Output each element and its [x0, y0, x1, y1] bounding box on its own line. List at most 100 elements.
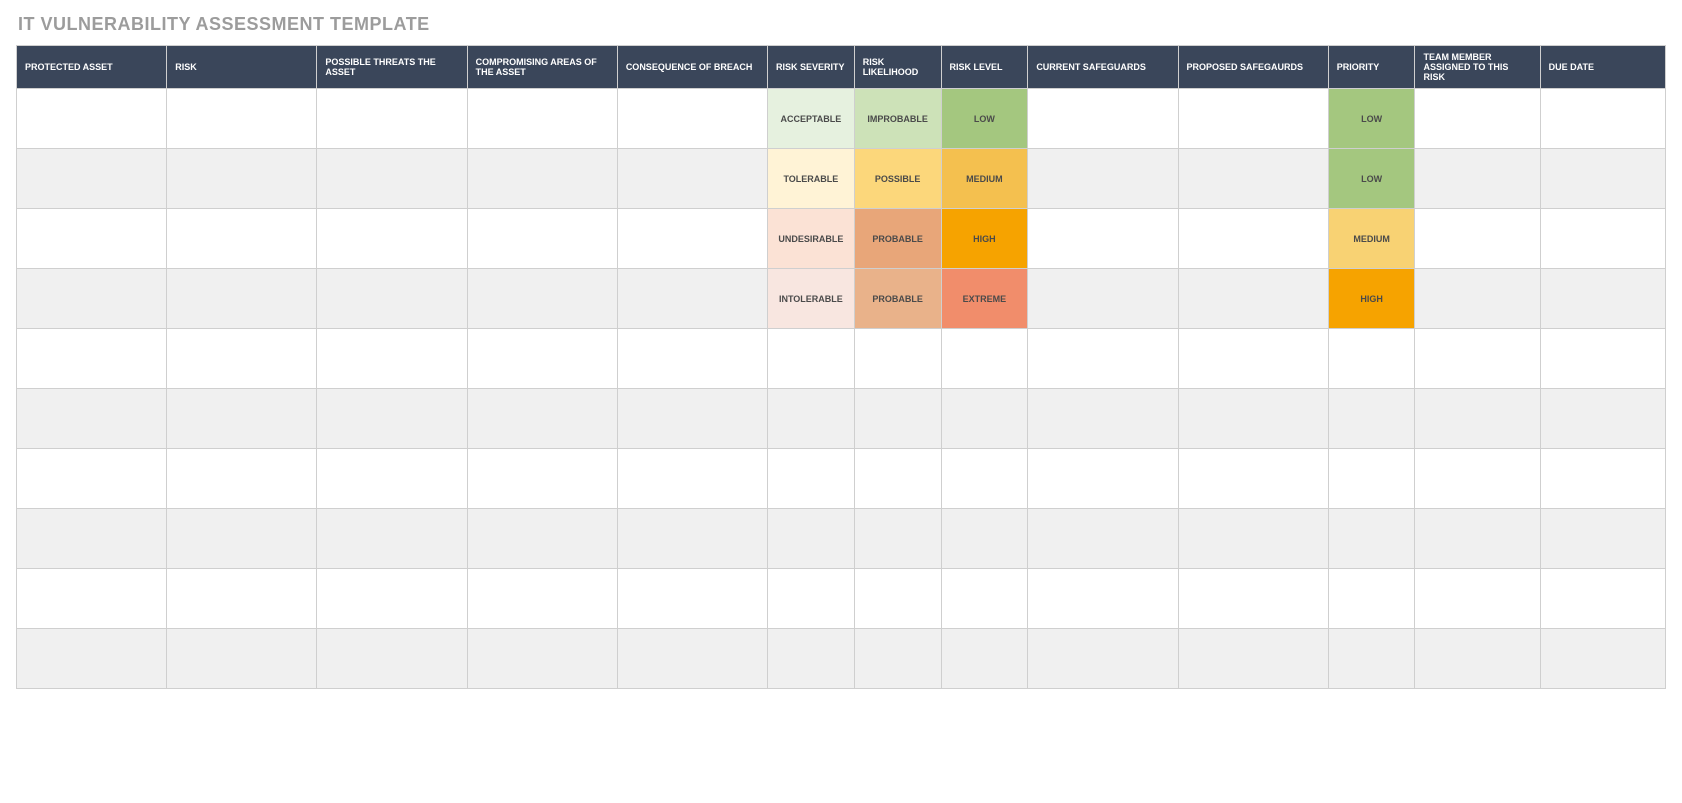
cell-empty[interactable] — [1328, 449, 1415, 509]
cell-empty[interactable] — [167, 449, 317, 509]
cell-likelihood[interactable]: IMPROBABLE — [854, 89, 941, 149]
cell-empty[interactable] — [17, 449, 167, 509]
cell-empty[interactable] — [1178, 509, 1328, 569]
cell-empty[interactable] — [617, 629, 767, 689]
cell-empty[interactable] — [768, 569, 855, 629]
cell-empty[interactable] — [317, 89, 467, 149]
cell-empty[interactable] — [1415, 329, 1540, 389]
cell-empty[interactable] — [617, 269, 767, 329]
cell-empty[interactable] — [941, 569, 1028, 629]
cell-empty[interactable] — [1415, 389, 1540, 449]
cell-empty[interactable] — [1178, 449, 1328, 509]
cell-empty[interactable] — [317, 389, 467, 449]
cell-empty[interactable] — [317, 269, 467, 329]
cell-empty[interactable] — [467, 269, 617, 329]
cell-empty[interactable] — [854, 629, 941, 689]
cell-empty[interactable] — [167, 149, 317, 209]
cell-empty[interactable] — [1178, 149, 1328, 209]
cell-empty[interactable] — [167, 509, 317, 569]
cell-empty[interactable] — [1028, 89, 1178, 149]
cell-empty[interactable] — [167, 209, 317, 269]
cell-empty[interactable] — [1415, 509, 1540, 569]
cell-empty[interactable] — [317, 149, 467, 209]
cell-priority[interactable]: HIGH — [1328, 269, 1415, 329]
cell-empty[interactable] — [467, 509, 617, 569]
cell-empty[interactable] — [1178, 269, 1328, 329]
cell-empty[interactable] — [617, 149, 767, 209]
cell-empty[interactable] — [1028, 569, 1178, 629]
cell-empty[interactable] — [1540, 509, 1665, 569]
cell-empty[interactable] — [617, 569, 767, 629]
cell-severity[interactable]: UNDESIRABLE — [768, 209, 855, 269]
cell-empty[interactable] — [1415, 629, 1540, 689]
cell-empty[interactable] — [1415, 269, 1540, 329]
cell-empty[interactable] — [467, 89, 617, 149]
cell-empty[interactable] — [1415, 89, 1540, 149]
cell-priority[interactable]: MEDIUM — [1328, 209, 1415, 269]
cell-empty[interactable] — [1178, 89, 1328, 149]
cell-empty[interactable] — [167, 569, 317, 629]
cell-empty[interactable] — [317, 449, 467, 509]
cell-empty[interactable] — [467, 569, 617, 629]
cell-empty[interactable] — [167, 89, 317, 149]
cell-empty[interactable] — [768, 389, 855, 449]
cell-empty[interactable] — [1178, 629, 1328, 689]
cell-empty[interactable] — [1540, 209, 1665, 269]
cell-empty[interactable] — [1540, 629, 1665, 689]
cell-empty[interactable] — [1028, 269, 1178, 329]
cell-empty[interactable] — [1178, 329, 1328, 389]
cell-empty[interactable] — [1415, 569, 1540, 629]
cell-empty[interactable] — [854, 389, 941, 449]
cell-empty[interactable] — [1415, 449, 1540, 509]
cell-empty[interactable] — [1328, 389, 1415, 449]
cell-empty[interactable] — [467, 629, 617, 689]
cell-priority[interactable]: LOW — [1328, 89, 1415, 149]
cell-empty[interactable] — [1028, 629, 1178, 689]
cell-empty[interactable] — [17, 569, 167, 629]
cell-empty[interactable] — [467, 389, 617, 449]
cell-empty[interactable] — [1540, 89, 1665, 149]
cell-empty[interactable] — [1328, 329, 1415, 389]
cell-empty[interactable] — [941, 449, 1028, 509]
cell-empty[interactable] — [467, 149, 617, 209]
cell-empty[interactable] — [1028, 509, 1178, 569]
cell-empty[interactable] — [1540, 569, 1665, 629]
cell-empty[interactable] — [17, 509, 167, 569]
cell-empty[interactable] — [317, 509, 467, 569]
cell-empty[interactable] — [617, 389, 767, 449]
cell-empty[interactable] — [941, 629, 1028, 689]
cell-empty[interactable] — [317, 209, 467, 269]
cell-empty[interactable] — [17, 209, 167, 269]
cell-empty[interactable] — [854, 509, 941, 569]
cell-empty[interactable] — [617, 449, 767, 509]
cell-empty[interactable] — [317, 629, 467, 689]
cell-likelihood[interactable]: PROBABLE — [854, 209, 941, 269]
cell-empty[interactable] — [617, 209, 767, 269]
cell-empty[interactable] — [1028, 329, 1178, 389]
cell-empty[interactable] — [1028, 449, 1178, 509]
cell-level[interactable]: EXTREME — [941, 269, 1028, 329]
cell-empty[interactable] — [768, 329, 855, 389]
cell-level[interactable]: LOW — [941, 89, 1028, 149]
cell-severity[interactable]: TOLERABLE — [768, 149, 855, 209]
cell-empty[interactable] — [17, 629, 167, 689]
cell-empty[interactable] — [1178, 569, 1328, 629]
cell-severity[interactable]: INTOLERABLE — [768, 269, 855, 329]
cell-empty[interactable] — [768, 449, 855, 509]
cell-empty[interactable] — [941, 329, 1028, 389]
cell-likelihood[interactable]: POSSIBLE — [854, 149, 941, 209]
cell-empty[interactable] — [1328, 509, 1415, 569]
cell-empty[interactable] — [17, 389, 167, 449]
cell-empty[interactable] — [17, 329, 167, 389]
cell-empty[interactable] — [467, 329, 617, 389]
cell-empty[interactable] — [1178, 389, 1328, 449]
cell-empty[interactable] — [17, 269, 167, 329]
cell-empty[interactable] — [768, 509, 855, 569]
cell-empty[interactable] — [167, 389, 317, 449]
cell-empty[interactable] — [317, 569, 467, 629]
cell-empty[interactable] — [1415, 209, 1540, 269]
cell-empty[interactable] — [1328, 629, 1415, 689]
cell-empty[interactable] — [1028, 149, 1178, 209]
cell-empty[interactable] — [941, 389, 1028, 449]
cell-empty[interactable] — [467, 449, 617, 509]
